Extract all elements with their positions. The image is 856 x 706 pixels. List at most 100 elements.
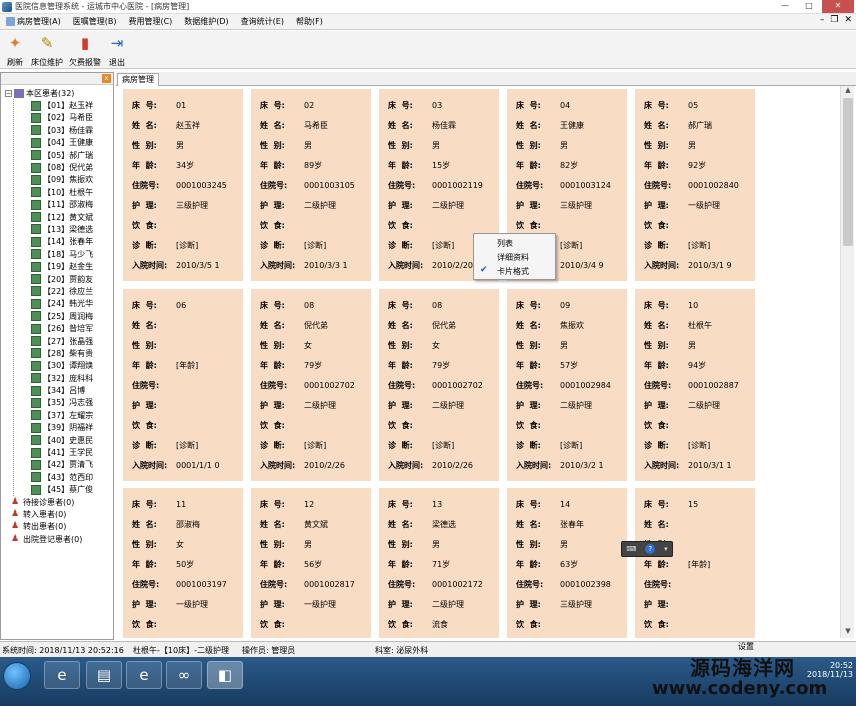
card-field-inpatient-no: 住院号: 0001002984 — [516, 380, 611, 390]
tree-group-item[interactable]: ♟ 出院登记患者(0) — [11, 533, 113, 545]
bed-card[interactable]: 床 号: 06 姓 名: 性 别: 年 龄: [年龄] 住院号: 护 理: 饮 食: 诊 断: [诊… — [123, 289, 243, 481]
help-icon[interactable]: ? — [645, 544, 656, 554]
explorer-taskbar-icon[interactable]: ▤ — [86, 661, 122, 689]
card-field-age: 年 龄: 57岁 — [516, 360, 579, 370]
tree-patient-item[interactable]: 【18】马少飞 — [31, 248, 113, 260]
bed-card[interactable]: 床 号: 10 姓 名: 杜根午性 别: 男年 龄: 94岁 住院号: 0001002887 护… — [635, 289, 755, 481]
tree-patient-item[interactable]: 【08】倪代弟 — [31, 161, 113, 173]
bed-card[interactable]: 床 号: 01 姓 名: 赵玉祥性 别: 男年 龄: 34岁 住院号: 0001003245 护… — [123, 89, 243, 281]
window-title: 医院信息管理系统 - 运城市中心医院 - [病房管理] — [15, 2, 190, 11]
bed-card[interactable]: 床 号: 08 姓 名: 倪代弟性 别: 女年 龄: 79岁 住院号: 0001002702 护… — [379, 289, 499, 481]
tree-patient-item[interactable]: 【32】庞科科 — [31, 372, 113, 384]
tree-patient-item[interactable]: 【40】史惠民 — [31, 434, 113, 446]
maximize-button[interactable]: □ — [798, 0, 820, 13]
tree-patient-item[interactable]: 【26】昝培军 — [31, 322, 113, 334]
tree-patient-item[interactable]: 【30】谭翔焕 — [31, 360, 113, 372]
tree-patient-item[interactable]: 【37】左耀宗 — [31, 409, 113, 421]
tree-patient-item[interactable]: 【41】王学民 — [31, 446, 113, 458]
tree-patient-item[interactable]: 【22】徐应兰 — [31, 285, 113, 297]
tab-ward-management[interactable]: 病房管理 — [117, 73, 159, 86]
card-field-name: 姓 名: 郝广瑞 — [644, 120, 712, 130]
tree-patient-item[interactable]: 【13】梁德选 — [31, 223, 113, 235]
card-field-nursing: 护 理: 二级护理 — [260, 200, 336, 210]
context-menu-item[interactable]: 列表 — [474, 236, 555, 250]
bed-card[interactable]: 床 号:15姓 名:性 别:年 龄:[年龄]住院号:护 理:饮 食:诊 断:入院… — [635, 488, 755, 638]
card-field-inpatient-no: 住院号: 0001002398 — [516, 579, 611, 589]
close-button[interactable]: ✕ — [822, 0, 854, 13]
card-field-admit-time: 入院时间: 2010/3/2 1 — [516, 460, 604, 470]
tree-patient-item[interactable]: 【39】阴福祥 — [31, 422, 113, 434]
tree-patient-item[interactable]: 【12】黄文斌 — [31, 211, 113, 223]
menu-fee-management[interactable]: 费用管理(C) — [122, 16, 178, 27]
ie-taskbar-icon[interactable]: e — [44, 661, 80, 689]
tree-patient-item[interactable]: 【09】焦振欢 — [31, 174, 113, 186]
minimize-button[interactable]: — — [774, 0, 796, 13]
card-field-bed: 床 号: 10 — [644, 300, 699, 310]
scroll-up-icon[interactable]: ▲ — [841, 86, 855, 97]
tree-patient-item[interactable]: 【28】柴有贵 — [31, 347, 113, 359]
bed-maintain-button[interactable]: ✎ 床位维护 — [28, 31, 66, 69]
settings-label[interactable]: 设置 — [738, 641, 754, 652]
arrears-alarm-button[interactable]: ▮ 欠费报警 — [66, 31, 104, 69]
context-menu-item[interactable]: 详细资料 — [474, 250, 555, 264]
tree-patient-item[interactable]: 【42】贾清飞 — [31, 459, 113, 471]
mdi-minimize-button[interactable]: – — [820, 15, 825, 25]
bed-card[interactable]: 床 号: 13 姓 名: 梁德选性 别: 男年 龄: 71岁 住院号: 0001002172 护… — [379, 488, 499, 638]
tree-patient-item[interactable]: 【10】杜根午 — [31, 186, 113, 198]
menu-ward-management[interactable]: 病房管理(A) — [0, 16, 67, 27]
menu-help[interactable]: 帮助(F) — [290, 16, 329, 27]
vertical-scrollbar[interactable]: ▲ ▼ — [840, 86, 854, 638]
floating-ime-widget[interactable]: ⌨ ? ▾ — [621, 541, 673, 557]
tree-group-item[interactable]: ♟ 转入患者(0) — [11, 508, 113, 520]
tree-group-item[interactable]: ♟ 待接诊患者(0) — [11, 496, 113, 508]
tree-patient-item[interactable]: 【27】张晶强 — [31, 335, 113, 347]
card-field-nursing: 护 理: 二级护理 — [388, 599, 464, 609]
card-field-name: 姓 名: 王健康 — [516, 120, 584, 130]
tree-group-item[interactable]: ♟ 转出患者(0) — [11, 521, 113, 533]
mdi-restore-button[interactable]: ❐ — [830, 15, 838, 25]
tree-patient-item[interactable]: 【20】贾韵友 — [31, 273, 113, 285]
tree-patient-item[interactable]: 【25】周润梅 — [31, 310, 113, 322]
tree-patient-item[interactable]: 【04】王健康 — [31, 137, 113, 149]
context-menu-item[interactable]: ✔ 卡片格式 — [474, 264, 555, 278]
bed-card[interactable]: 床 号: 02 姓 名: 马希臣性 别: 男年 龄: 89岁 住院号: 0001003105 护… — [251, 89, 371, 281]
start-button[interactable] — [3, 662, 31, 690]
menu-data-maintenance[interactable]: 数据维护(D) — [178, 16, 234, 27]
tree-patient-item[interactable]: 【11】邵淑梅 — [31, 199, 113, 211]
scrollbar-thumb[interactable] — [843, 98, 853, 246]
browser-taskbar-icon[interactable]: e — [126, 661, 162, 689]
tree-patient-item[interactable]: 【01】赵玉祥 — [31, 99, 113, 111]
tree-patient-item[interactable]: 【24】韩光华 — [31, 298, 113, 310]
menu-medical-order[interactable]: 医嘱管理(B) — [67, 16, 123, 27]
scroll-down-icon[interactable]: ▼ — [841, 627, 855, 638]
bed-card[interactable]: 床 号: 08 姓 名: 倪代弟性 别: 女年 龄: 79岁 住院号: 0001002702 护… — [251, 289, 371, 481]
tree-patient-item[interactable]: 【19】赵金生 — [31, 260, 113, 272]
card-field-diet: 饮 食: — [260, 619, 285, 629]
mdi-close-button[interactable]: ✕ — [844, 15, 852, 25]
card-field-bed: 床 号: 08 — [388, 300, 443, 310]
tree-root[interactable]: − 本区患者(32) — [5, 87, 113, 99]
tree-patient-item[interactable]: 【35】冯志强 — [31, 397, 113, 409]
tree-patient-item[interactable]: 【02】马希臣 — [31, 112, 113, 124]
card-field-name: 姓 名: 梁德选 — [388, 519, 456, 529]
bed-card[interactable]: 床 号: 05 姓 名: 郝广瑞性 别: 男年 龄: 92岁 住院号: 0001002840 护… — [635, 89, 755, 281]
menu-query-statistics[interactable]: 查询统计(E) — [235, 16, 290, 27]
bed-card[interactable]: 床 号: 12 姓 名: 黄文斌性 别: 男年 龄: 56岁 住院号: 0001002817 护… — [251, 488, 371, 638]
tree-patient-item[interactable]: 【43】范西印 — [31, 471, 113, 483]
card-field-diagnosis: 诊 断: — [132, 634, 243, 638]
tree-patient-item[interactable]: 【14】张春年 — [31, 236, 113, 248]
exit-button[interactable]: ⇥ 退出 — [104, 31, 130, 69]
bed-card[interactable]: 床 号: 11 姓 名: 邵淑梅性 别: 女年 龄: 50岁 住院号: 0001003197 护… — [123, 488, 243, 638]
tree-patient-item[interactable]: 【03】杨佳霖 — [31, 124, 113, 136]
card-field-bed: 床 号: 15 — [644, 499, 699, 509]
tree-patient-item[interactable]: 【45】蔡广俊 — [31, 484, 113, 496]
hospital-app-taskbar-icon[interactable]: ◧ — [207, 661, 243, 689]
bed-card[interactable]: 床 号: 14 姓 名: 张春年性 别: 男年 龄: 63岁 住院号: 0001002398 护… — [507, 488, 627, 638]
panel-close-icon[interactable]: x — [102, 74, 111, 83]
tree-patient-item[interactable]: 【05】郝广瑞 — [31, 149, 113, 161]
bed-card[interactable]: 床 号: 09 姓 名: 焦振欢性 别: 男年 龄: 57岁 住院号: 0001002984 护… — [507, 289, 627, 481]
media-taskbar-icon[interactable]: ∞ — [166, 661, 202, 689]
refresh-button[interactable]: ✦ 刷新 — [2, 31, 28, 69]
collapse-icon[interactable]: − — [5, 89, 12, 97]
tree-patient-item[interactable]: 【34】吕博 — [31, 384, 113, 396]
